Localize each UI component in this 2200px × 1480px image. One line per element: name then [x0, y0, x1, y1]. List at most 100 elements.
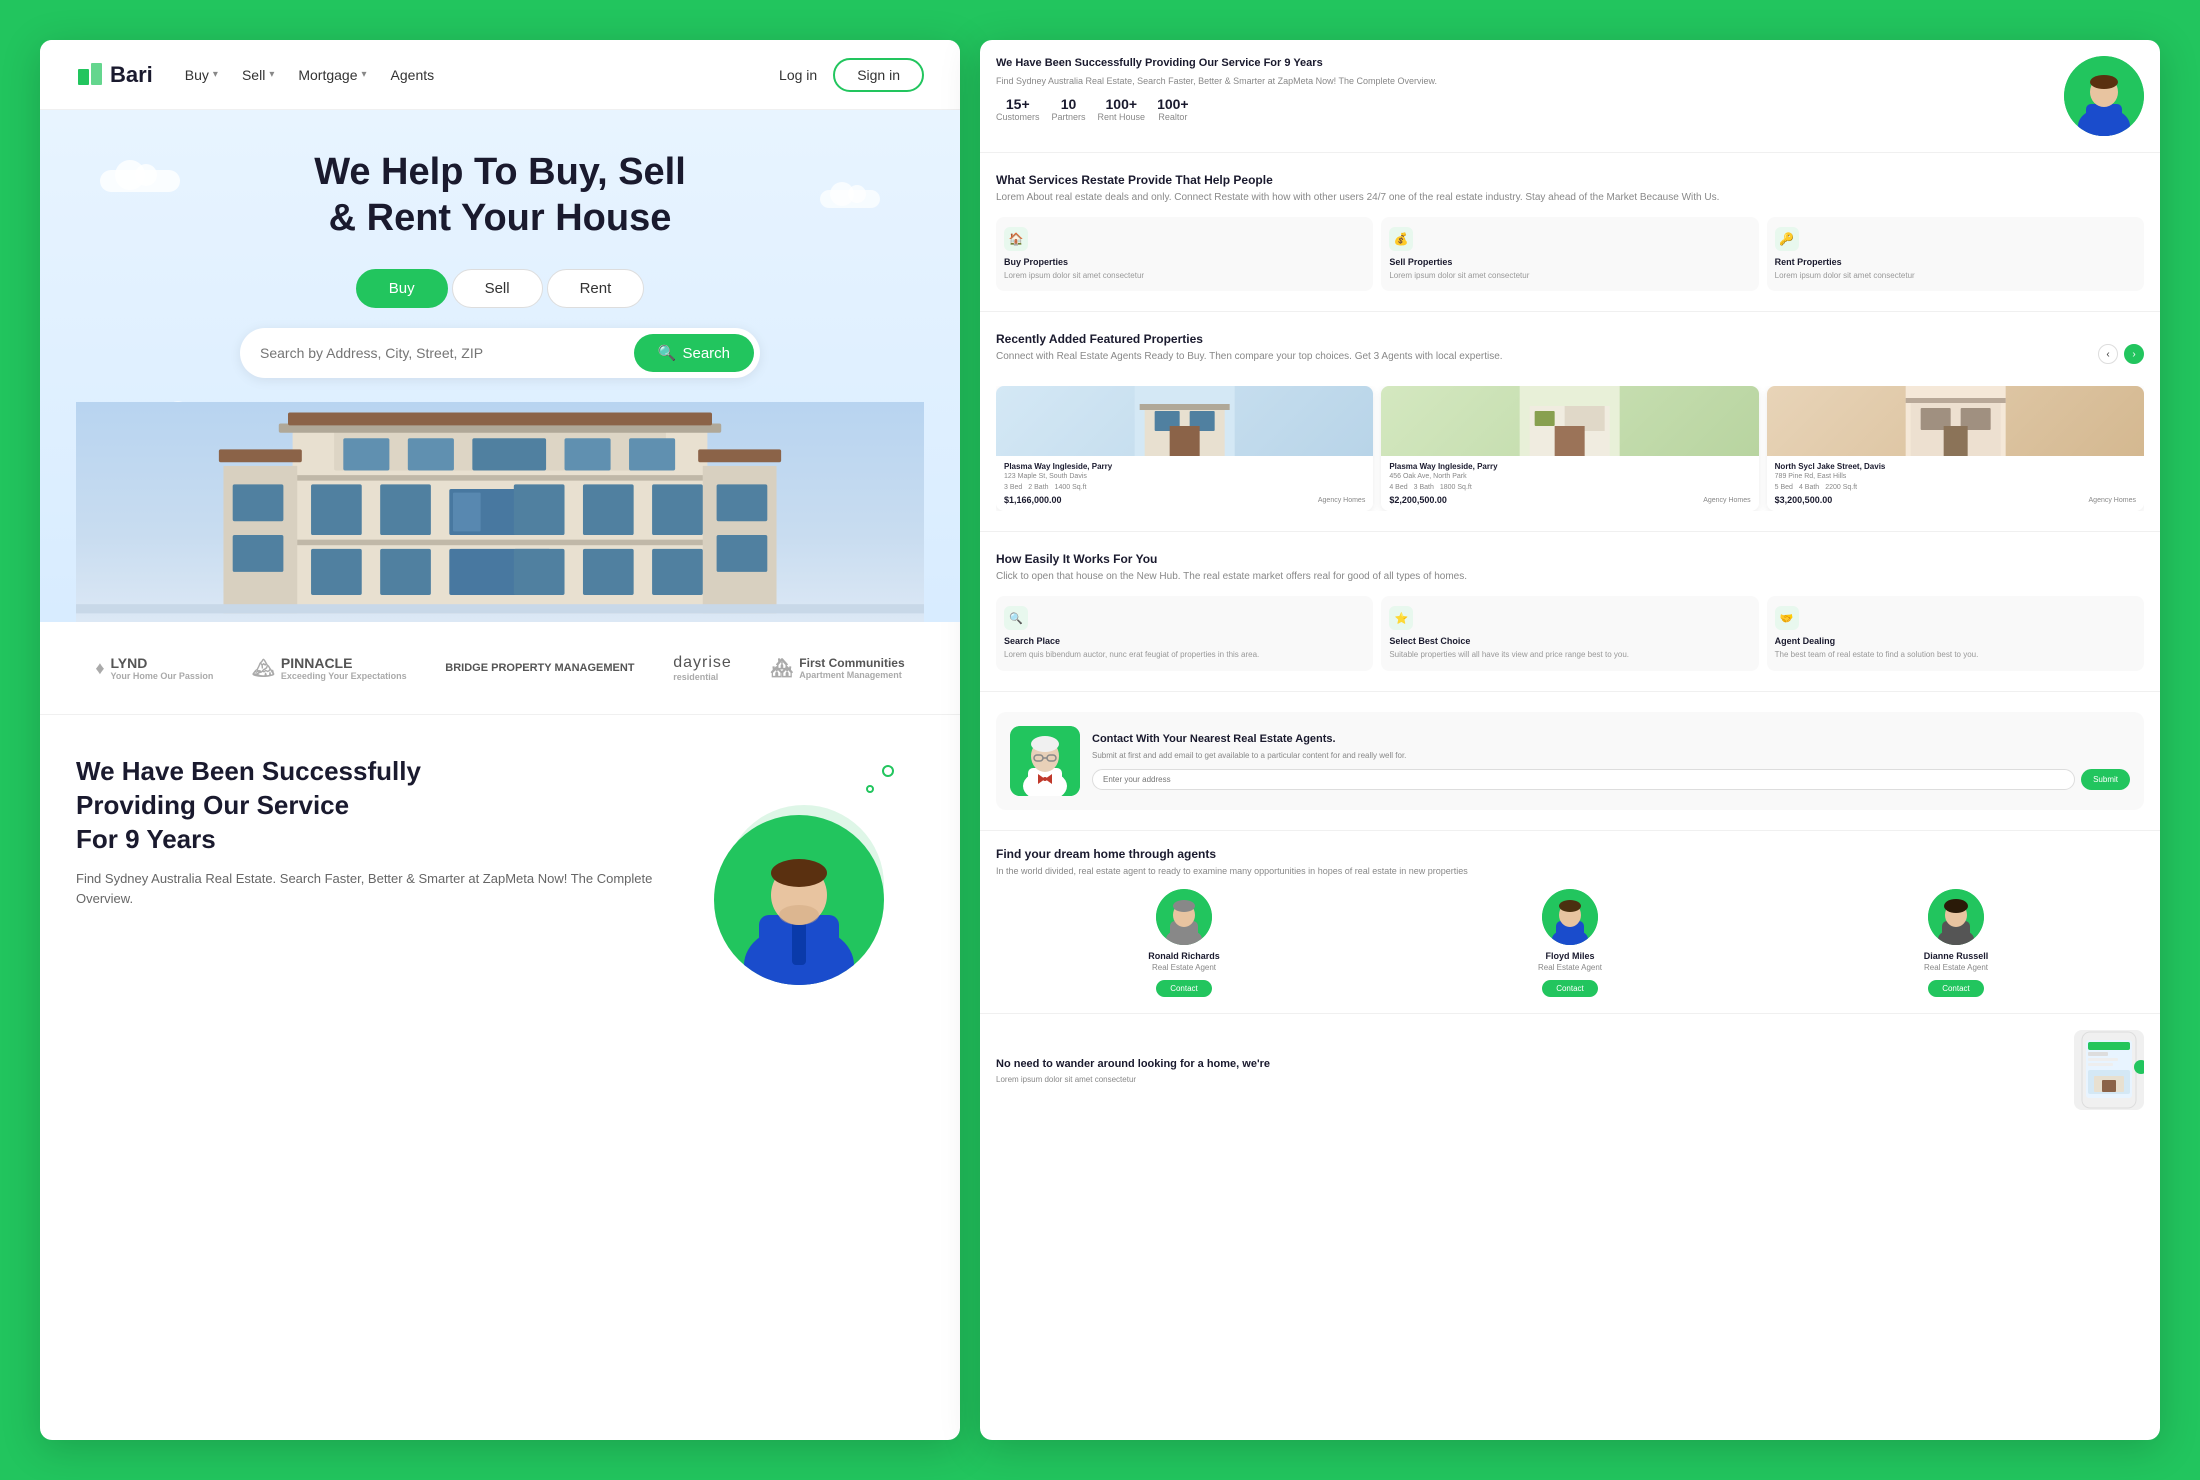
properties-desc: Connect with Real Estate Agents Ready to…	[996, 350, 1503, 364]
agent-contact-ronald[interactable]: Contact	[1156, 980, 1212, 997]
nav-agents[interactable]: Agents	[391, 67, 435, 83]
prop-house-1	[996, 386, 1373, 456]
hero-section: We Help To Buy, Sell & Rent Your House B…	[40, 110, 960, 622]
contact-agent-img	[1010, 726, 1080, 796]
step-select: ⭐ Select Best Choice Suitable properties…	[1381, 596, 1758, 670]
sell-arrow: ▾	[269, 69, 274, 80]
contact-address-input[interactable]	[1092, 769, 2075, 790]
sell-icon: 💰	[1389, 227, 1413, 251]
building-svg	[76, 402, 924, 622]
stat-partners: 10 Partners	[1052, 96, 1086, 122]
nav-mortgage[interactable]: Mortgage ▾	[298, 67, 366, 83]
rent-icon: 🔑	[1775, 227, 1799, 251]
how-works-desc: Click to open that house on the New Hub.…	[996, 570, 2144, 584]
stats-row: 15+ Customers 10 Partners 100+ Rent Hous…	[996, 96, 2052, 122]
nav-sell[interactable]: Sell ▾	[242, 67, 274, 83]
outer-wrapper: Bari Buy ▾ Sell ▾ Mortgage ▾ Agents	[40, 40, 2160, 1440]
agent-name-ronald: Ronald Richards	[996, 951, 1372, 961]
mortgage-arrow: ▾	[362, 69, 367, 80]
dayrise-name: dayrise	[673, 654, 732, 672]
nav-buy[interactable]: Buy ▾	[185, 67, 218, 83]
properties-nav: ‹ ›	[2098, 344, 2144, 364]
about-section: We Have Been Successfully Providing Our …	[40, 715, 960, 1035]
rp-agent-title: We Have Been Successfully Providing Our …	[996, 56, 2052, 71]
first-name: First Communities	[799, 656, 904, 670]
contact-title: Contact With Your Nearest Real Estate Ag…	[1092, 732, 2130, 746]
prop-info-1: Plasma Way Ingleside, Parry 123 Maple St…	[996, 456, 1373, 511]
service-rent: 🔑 Rent Properties Lorem ipsum dolor sit …	[1767, 217, 2144, 291]
prop-features-2: 4 Bed 3 Bath 1800 Sq.ft	[1389, 484, 1750, 491]
step-agent-icon: 🤝	[1775, 606, 1799, 630]
pinnacle-name: PINNACLE	[281, 655, 407, 671]
agent-card-dianne: Dianne Russell Real Estate Agent Contact	[1768, 889, 2144, 997]
phone-svg	[2074, 1030, 2144, 1110]
contact-submit-button[interactable]: Submit	[2081, 769, 2130, 790]
find-home-desc: In the world divided, real estate agent …	[996, 865, 2144, 878]
steps-row: 🔍 Search Place Lorem quis bibendum aucto…	[996, 596, 2144, 670]
rp-contact-section: Contact With Your Nearest Real Estate Ag…	[980, 692, 2160, 831]
partner-dayrise: dayrise residential	[673, 654, 732, 682]
agent-contact-dianne[interactable]: Contact	[1928, 980, 1984, 997]
logo-icon	[76, 61, 104, 89]
agent-role-floyd: Real Estate Agent	[1382, 963, 1758, 972]
prop-nav-next[interactable]: ›	[2124, 344, 2144, 364]
step-select-icon: ⭐	[1389, 606, 1413, 630]
prop-footer-1: $1,166,000.00 Agency Homes	[1004, 495, 1365, 505]
tab-rent[interactable]: Rent	[547, 269, 645, 308]
logo-text: Bari	[110, 62, 153, 88]
rp-agent-avatar	[2064, 56, 2144, 136]
lynd-name: LYND	[111, 655, 214, 671]
service-buy: 🏠 Buy Properties Lorem ipsum dolor sit a…	[996, 217, 1373, 291]
rp-properties-section: Recently Added Featured Properties Conne…	[980, 312, 2160, 532]
bridge-name: BRIDGE PROPERTY MANAGEMENT	[445, 662, 634, 675]
partner-lynd: ♦ LYND Your Home Our Passion	[95, 655, 213, 681]
stat-rent: 100+ Rent House	[1098, 96, 1146, 122]
properties-header-left: Recently Added Featured Properties Conne…	[996, 332, 1503, 376]
agent-svg-dianne	[1928, 889, 1984, 945]
search-input[interactable]	[260, 345, 634, 361]
prop-features-1: 3 Bed 2 Bath 1400 Sq.ft	[1004, 484, 1365, 491]
buy-arrow: ▾	[213, 69, 218, 80]
prop-house-2	[1381, 386, 1758, 456]
nav-links: Buy ▾ Sell ▾ Mortgage ▾ Agents	[185, 67, 779, 83]
prop-img-1	[996, 386, 1373, 456]
agent-avatar-ronald	[1156, 889, 1212, 945]
search-button[interactable]: 🔍 Search	[634, 334, 754, 372]
contact-info: Contact With Your Nearest Real Estate Ag…	[1092, 732, 2130, 790]
pinnacle-sub: Exceeding Your Expectations	[281, 671, 407, 681]
agent-avatar-floyd	[1542, 889, 1598, 945]
search-icon: 🔍	[658, 344, 677, 362]
prop-info-2: Plasma Way Ingleside, Parry 456 Oak Ave,…	[1381, 456, 1758, 511]
partner-pinnacle: 🏔 PINNACLE Exceeding Your Expectations	[252, 655, 407, 681]
tab-sell[interactable]: Sell	[452, 269, 543, 308]
about-image	[704, 755, 924, 995]
mobile-info: No need to wander around looking for a h…	[996, 1057, 2062, 1084]
tab-buy[interactable]: Buy	[356, 269, 448, 308]
property-card-1: Plasma Way Ingleside, Parry 123 Maple St…	[996, 386, 1373, 511]
agent-role-ronald: Real Estate Agent	[996, 963, 1372, 972]
prop-features-3: 5 Bed 4 Bath 2200 Sq.ft	[1775, 484, 2136, 491]
signin-button[interactable]: Sign in	[833, 58, 924, 92]
login-button[interactable]: Log in	[779, 67, 817, 83]
step-search: 🔍 Search Place Lorem quis bibendum aucto…	[996, 596, 1373, 670]
agent-contact-floyd[interactable]: Contact	[1542, 980, 1598, 997]
stat-customers: 15+ Customers	[996, 96, 1040, 122]
services-title: What Services Restate Provide That Help …	[996, 173, 2144, 187]
rp-services-section: What Services Restate Provide That Help …	[980, 153, 2160, 312]
rp-agent-top: We Have Been Successfully Providing Our …	[980, 40, 2160, 153]
first-sub: Apartment Management	[799, 670, 904, 680]
stat-realtor: 100+ Realtor	[1157, 96, 1189, 122]
buy-icon: 🏠	[1004, 227, 1028, 251]
mobile-dot	[2134, 1060, 2144, 1074]
agent-name-floyd: Floyd Miles	[1382, 951, 1758, 961]
agent-svg-ronald	[1156, 889, 1212, 945]
logo[interactable]: Bari	[76, 61, 153, 89]
agent-name-dianne: Dianne Russell	[1768, 951, 2144, 961]
prop-nav-prev[interactable]: ‹	[2098, 344, 2118, 364]
rp-how-works-section: How Easily It Works For You Click to ope…	[980, 532, 2160, 691]
contact-card: Contact With Your Nearest Real Estate Ag…	[996, 712, 2144, 810]
how-works-title: How Easily It Works For You	[996, 552, 2144, 566]
prop-img-3	[1767, 386, 2144, 456]
about-desc: Find Sydney Australia Real Estate. Searc…	[76, 869, 672, 911]
properties-header: Recently Added Featured Properties Conne…	[996, 332, 2144, 376]
